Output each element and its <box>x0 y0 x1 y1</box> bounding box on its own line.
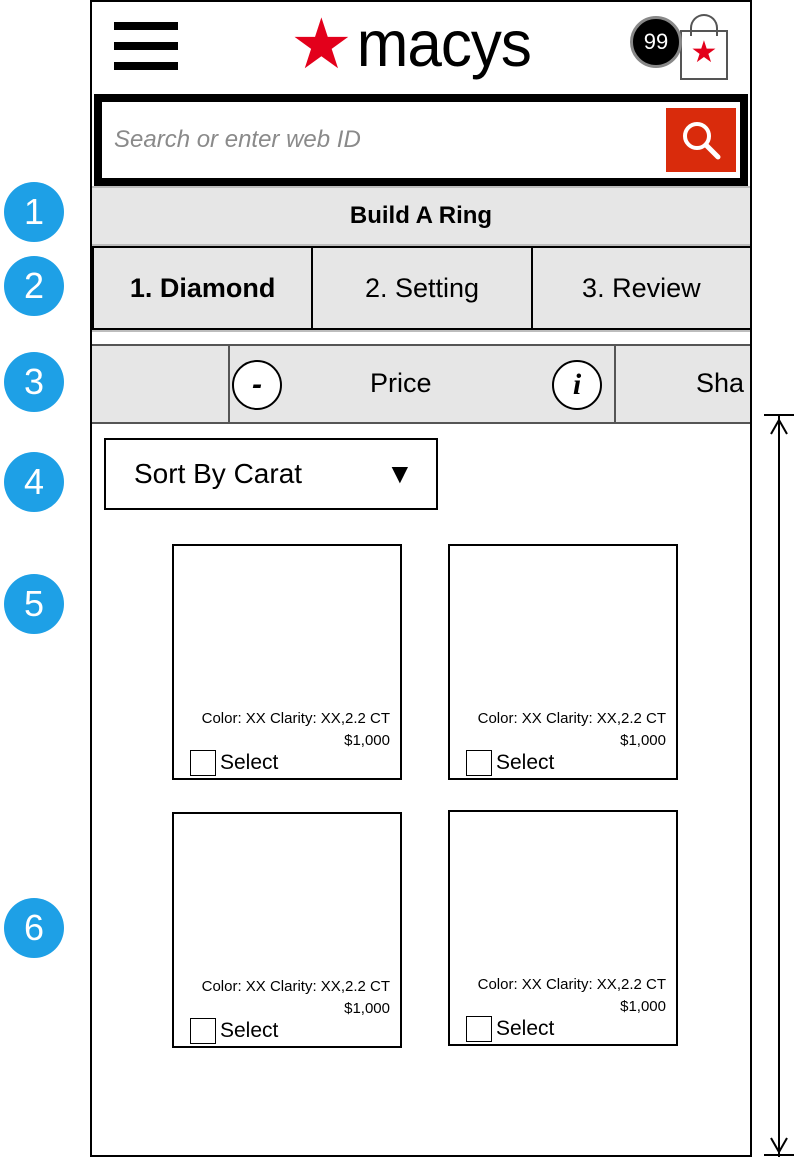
cart-count-badge[interactable]: 99 <box>630 16 682 68</box>
arrow-down-icon <box>770 1137 788 1154</box>
annotation-marker-3: 3 <box>4 352 64 412</box>
product-card[interactable]: Color: XX Clarity: XX,2.2 CT $1,000 Sele… <box>172 544 402 780</box>
top-navigation-bar: ★ macys ★ 99 <box>92 2 750 94</box>
select-label: Select <box>496 751 555 774</box>
mobile-screen: ★ macys ★ 99 Build A Ring 1. Diamond 2. … <box>90 0 752 1157</box>
arrow-up-icon <box>770 418 788 435</box>
shape-filter-label[interactable]: Sha <box>696 368 744 399</box>
select-checkbox[interactable] <box>190 1018 216 1044</box>
product-details: Color: XX Clarity: XX,2.2 CT $1,000 <box>478 974 666 1018</box>
search-input[interactable] <box>114 118 644 162</box>
product-spec: Color: XX Clarity: XX,2.2 CT <box>201 978 390 995</box>
product-price: $1,000 <box>620 732 666 749</box>
scroll-dimension-line <box>778 414 780 1157</box>
macys-logo[interactable]: ★ macys <box>290 5 532 83</box>
search-button[interactable] <box>666 108 736 172</box>
annotation-marker-1: 1 <box>4 182 64 242</box>
select-label: Select <box>220 751 279 774</box>
product-details: Color: XX Clarity: XX,2.2 CT $1,000 <box>478 708 666 752</box>
product-card[interactable]: Color: XX Clarity: XX,2.2 CT $1,000 Sele… <box>448 810 678 1046</box>
annotation-marker-4: 4 <box>4 452 64 512</box>
tab-setting[interactable]: 2. Setting <box>313 246 533 330</box>
dimension-cap-bottom <box>764 1154 794 1156</box>
logo-wordmark: macys <box>356 7 532 81</box>
select-checkbox[interactable] <box>190 750 216 776</box>
dimension-cap-top <box>764 414 794 416</box>
filter-carousel: - Price i Sha <box>92 344 750 424</box>
select-control[interactable]: Select <box>466 1016 554 1042</box>
price-filter-label: Price <box>370 368 432 398</box>
product-price: $1,000 <box>620 998 666 1015</box>
product-price: $1,000 <box>344 1000 390 1017</box>
select-control[interactable]: Select <box>466 750 554 776</box>
annotation-marker-6: 6 <box>4 898 64 958</box>
select-control[interactable]: Select <box>190 750 278 776</box>
info-icon[interactable]: i <box>552 360 602 410</box>
product-details: Color: XX Clarity: XX,2.2 CT $1,000 <box>202 976 390 1020</box>
tab-review[interactable]: 3. Review <box>532 246 750 330</box>
annotation-marker-5: 5 <box>4 574 64 634</box>
search-bar <box>94 94 748 186</box>
star-icon: ★ <box>290 5 353 83</box>
product-spec: Color: XX Clarity: XX,2.2 CT <box>477 710 666 727</box>
bag-star-icon: ★ <box>690 36 718 69</box>
product-spec: Color: XX Clarity: XX,2.2 CT <box>201 710 390 727</box>
select-control[interactable]: Select <box>190 1018 278 1044</box>
product-spec: Color: XX Clarity: XX,2.2 CT <box>477 976 666 993</box>
product-card[interactable]: Color: XX Clarity: XX,2.2 CT $1,000 Sele… <box>172 812 402 1048</box>
search-icon <box>683 122 721 160</box>
triangle-down-icon: ▼ <box>386 458 414 489</box>
tab-diamond[interactable]: 1. Diamond <box>92 246 314 330</box>
sort-label: Sort By Carat <box>134 458 303 489</box>
collapse-filter-button[interactable]: - <box>232 360 282 410</box>
product-price: $1,000 <box>344 732 390 749</box>
build-a-ring-header: Build A Ring <box>92 186 750 246</box>
product-details: Color: XX Clarity: XX,2.2 CT $1,000 <box>202 708 390 752</box>
select-label: Select <box>496 1017 555 1040</box>
select-checkbox[interactable] <box>466 1016 492 1042</box>
hamburger-menu-icon[interactable] <box>114 22 178 72</box>
select-checkbox[interactable] <box>466 750 492 776</box>
step-tabs: 1. Diamond 2. Setting 3. Review <box>92 246 750 332</box>
product-card[interactable]: Color: XX Clarity: XX,2.2 CT $1,000 Sele… <box>448 544 678 780</box>
sort-dropdown[interactable]: Sort By Carat ▼ <box>104 438 438 510</box>
select-label: Select <box>220 1019 279 1042</box>
annotation-marker-2: 2 <box>4 256 64 316</box>
filter-cell-previous[interactable] <box>92 346 230 424</box>
shopping-bag-icon[interactable]: ★ <box>680 14 728 80</box>
